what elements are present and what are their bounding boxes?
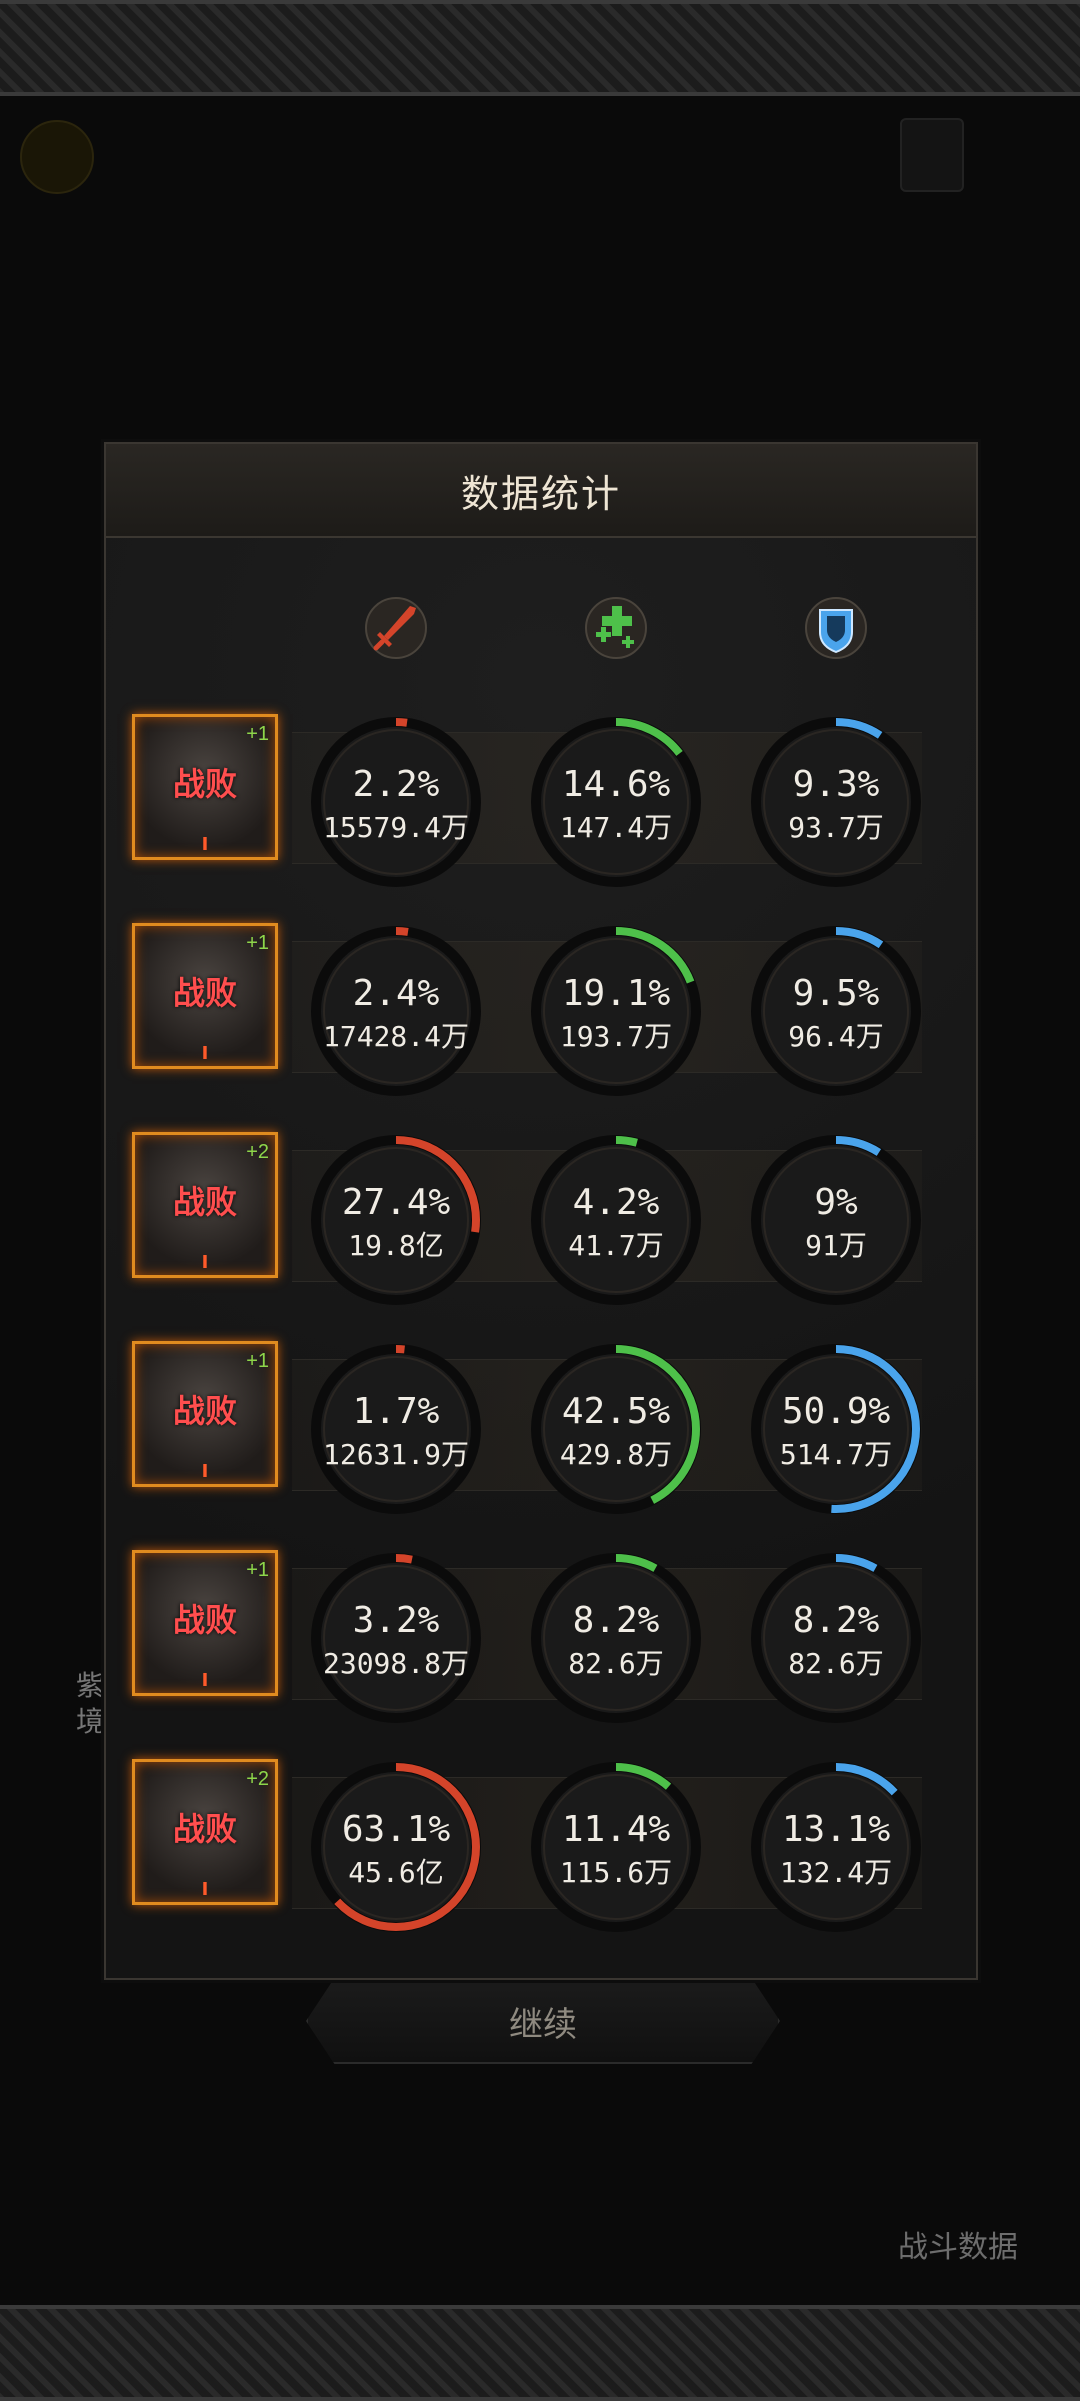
stat-ring: 50.9% 514.7万 [746, 1339, 926, 1519]
stat-percent: 42.5% [561, 1391, 671, 1432]
stat-percent: 9.5% [792, 973, 880, 1014]
stat-value: 93.7万 [788, 811, 884, 844]
battle-data-label[interactable]: 战斗数据 [898, 2222, 1018, 2266]
stat-ring: 1.7% 12631.9万 [306, 1339, 486, 1519]
hero-stat-row: +1 战败 I 3.2% 23098.8万 8.2% 82.6万 8.2% 82.6万 [106, 1548, 976, 1728]
stat-percent: 27.4% [341, 1182, 451, 1223]
stat-ring: 42.5% 429.8万 [526, 1339, 706, 1519]
stat-value: 82.6万 [568, 1647, 664, 1680]
top-decor-band [0, 0, 1080, 96]
hero-stat-row: +2 战败 I 27.4% 19.8亿 4.2% 41.7万 9% 91万 [106, 1130, 976, 1310]
stat-value: 193.7万 [559, 1020, 673, 1053]
hero-portrait[interactable]: +1 战败 I [132, 1550, 278, 1696]
stat-percent: 13.1% [781, 1809, 891, 1850]
stat-percent: 8.2% [792, 1600, 880, 1641]
hero-star-badge: +1 [246, 1350, 269, 1372]
stat-value: 115.6万 [559, 1856, 673, 1889]
hero-stat-row: +1 战败 I 2.4% 17428.4万 19.1% 193.7万 9.5% 96.4万 [106, 921, 976, 1101]
stat-value: 19.8亿 [348, 1229, 444, 1262]
stat-percent: 50.9% [781, 1391, 891, 1432]
defeat-status: 战败 [172, 766, 237, 802]
stat-ring: 9% 91万 [746, 1130, 926, 1310]
stat-ring: 19.1% 193.7万 [526, 921, 706, 1101]
speed-toggle-icon[interactable] [20, 120, 94, 194]
stat-ring: 8.2% 82.6万 [526, 1548, 706, 1728]
background-text: 紫 境 [76, 1670, 105, 1737]
stat-ring: 14.6% 147.4万 [526, 712, 706, 892]
stat-value: 429.8万 [559, 1438, 673, 1471]
stat-percent: 9.3% [792, 764, 880, 805]
hero-portrait[interactable]: +2 战败 I [132, 1759, 278, 1905]
hero-star-badge: +1 [246, 723, 269, 745]
stat-ring: 11.4% 115.6万 [526, 1757, 706, 1937]
hero-portrait[interactable]: +1 战败 I [132, 1341, 278, 1487]
stat-value: 17428.4万 [322, 1020, 469, 1053]
stat-value: 41.7万 [568, 1229, 664, 1262]
hero-rank: I [201, 1043, 209, 1064]
stat-ring: 2.4% 17428.4万 [306, 921, 486, 1101]
stat-value: 91万 [805, 1229, 867, 1262]
hero-portrait[interactable]: +2 战败 I [132, 1132, 278, 1278]
panel-title: 数据统计 [460, 473, 621, 516]
stat-percent: 8.2% [572, 1600, 660, 1641]
stat-percent: 11.4% [561, 1809, 671, 1850]
stat-value: 82.6万 [788, 1647, 884, 1680]
panel-header: 数据统计 [106, 444, 976, 538]
stat-percent: 3.2% [352, 1600, 440, 1641]
stat-percent: 1.7% [352, 1391, 440, 1432]
stat-ring: 2.2% 15579.4万 [306, 712, 486, 892]
stat-value: 132.4万 [779, 1856, 893, 1889]
stat-ring: 63.1% 45.6亿 [306, 1757, 486, 1937]
hero-stat-row: +1 战败 I 1.7% 12631.9万 42.5% 429.8万 50.9% 514.7万 [106, 1339, 976, 1519]
stat-ring: 13.1% 132.4万 [746, 1757, 926, 1937]
stat-value: 514.7万 [779, 1438, 893, 1471]
defeat-status: 战败 [172, 1184, 237, 1220]
hero-star-badge: +2 [246, 1141, 269, 1163]
shield-icon [796, 588, 876, 668]
heal-plus-icon [576, 588, 656, 668]
stat-value: 147.4万 [559, 811, 673, 844]
panel-body: +1 战败 I 2.2% 15579.4万 14.6% 147.4万 9.3% 93.7万 +1 战… [106, 538, 976, 1978]
stat-value: 23098.8万 [322, 1647, 469, 1680]
stat-value: 96.4万 [788, 1020, 884, 1053]
stat-percent: 2.2% [352, 764, 440, 805]
hero-rank: I [201, 1879, 209, 1900]
defeat-status: 战败 [172, 1393, 237, 1429]
hero-rank: I [201, 1252, 209, 1273]
defeat-status: 战败 [172, 1811, 237, 1847]
hero-stat-row: +2 战败 I 63.1% 45.6亿 11.4% 115.6万 13.1% 132.4万 [106, 1757, 976, 1937]
hero-rank: I [201, 1461, 209, 1482]
stat-percent: 14.6% [561, 764, 671, 805]
damage-sword-icon [356, 588, 436, 668]
hero-rank: I [201, 834, 209, 855]
statistics-panel: 数据统计 +1 战败 I 2.2% 15579.4万 14.6% 147.4万 … [104, 442, 978, 1980]
stat-percent: 9% [814, 1182, 858, 1223]
hero-stat-row: +1 战败 I 2.2% 15579.4万 14.6% 147.4万 9.3% 93.7万 [106, 712, 976, 892]
stat-ring: 9.3% 93.7万 [746, 712, 926, 892]
hero-star-badge: +1 [246, 932, 269, 954]
stat-percent: 19.1% [561, 973, 671, 1014]
continue-label: 继续 [509, 2004, 577, 2045]
defeat-status: 战败 [172, 975, 237, 1011]
defeat-status: 战败 [172, 1602, 237, 1638]
menu-icon[interactable] [900, 118, 964, 192]
hero-rank: I [201, 1670, 209, 1691]
stat-value: 45.6亿 [348, 1856, 444, 1889]
hero-star-badge: +2 [246, 1768, 269, 1790]
stat-ring: 8.2% 82.6万 [746, 1548, 926, 1728]
stat-ring: 4.2% 41.7万 [526, 1130, 706, 1310]
stat-percent: 63.1% [341, 1809, 451, 1850]
stat-percent: 2.4% [352, 973, 440, 1014]
hero-portrait[interactable]: +1 战败 I [132, 923, 278, 1069]
hero-portrait[interactable]: +1 战败 I [132, 714, 278, 860]
stat-value: 15579.4万 [322, 811, 469, 844]
continue-button[interactable]: 继续 [306, 1978, 780, 2064]
stat-ring: 27.4% 19.8亿 [306, 1130, 486, 1310]
bottom-decor-band [0, 2305, 1080, 2401]
hero-star-badge: +1 [246, 1559, 269, 1581]
stat-value: 12631.9万 [322, 1438, 469, 1471]
stat-ring: 3.2% 23098.8万 [306, 1548, 486, 1728]
stat-percent: 4.2% [572, 1182, 660, 1223]
stat-ring: 9.5% 96.4万 [746, 921, 926, 1101]
